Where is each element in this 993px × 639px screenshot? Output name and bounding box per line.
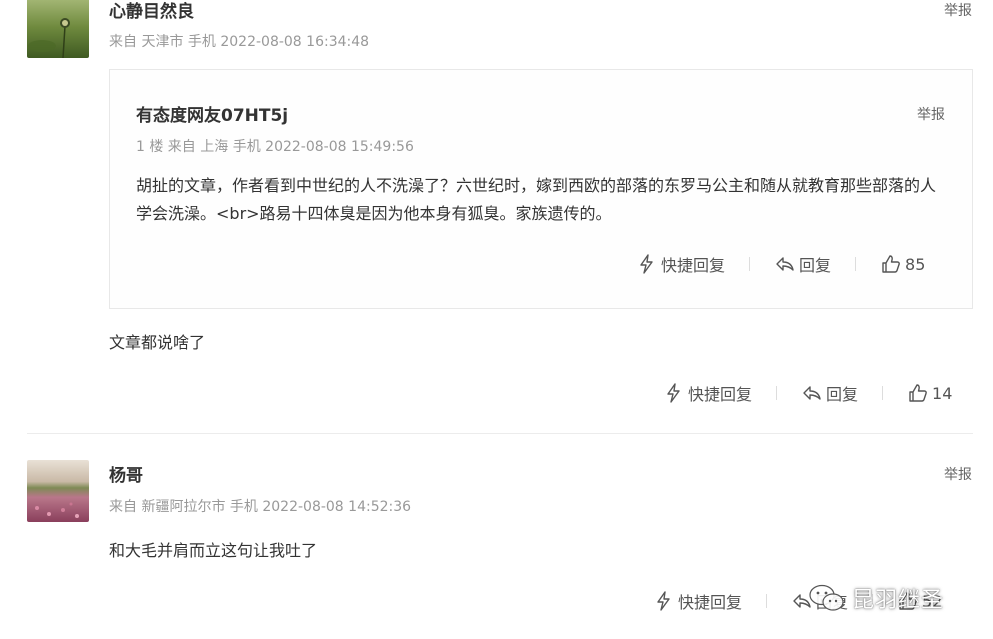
comment-meta: 来自 新疆阿拉尔市 手机 2022-08-08 14:52:36 [109, 499, 412, 515]
quick-reply-button[interactable]: 快捷回复 [663, 381, 752, 405]
action-divider [749, 257, 751, 271]
action-divider [855, 257, 857, 271]
comment-actions: 快捷回复 回复 52 [653, 589, 942, 613]
like-button[interactable]: 85 [880, 253, 925, 275]
reply-button[interactable]: 回复 [791, 589, 848, 613]
lightning-icon [636, 253, 658, 275]
reply-label: 回复 [816, 593, 849, 612]
quick-reply-label: 快捷回复 [678, 593, 743, 612]
thumbs-up-icon [880, 253, 902, 275]
like-count: 14 [932, 383, 953, 403]
quick-reply-button[interactable]: 快捷回复 [653, 589, 742, 613]
quick-reply-button[interactable]: 快捷回复 [636, 252, 725, 276]
like-count: 52 [922, 591, 943, 611]
like-button[interactable]: 52 [897, 590, 942, 612]
reply-icon [774, 253, 796, 275]
reply-button[interactable]: 回复 [801, 381, 858, 405]
thumbs-up-icon [907, 382, 929, 404]
comment-content: 和大毛并肩而立这句让我吐了 [109, 541, 318, 560]
quoted-content: 胡扯的文章，作者看到中世纪的人不洗澡了？六世纪时，嫁到西欧的部落的东罗马公主和随… [136, 176, 937, 223]
comment-meta: 来自 天津市 手机 2022-08-08 16:34:48 [109, 34, 370, 50]
reply-button[interactable]: 回复 [774, 252, 831, 276]
avatar[interactable] [27, 0, 89, 58]
avatar[interactable] [27, 460, 89, 522]
quick-reply-label: 快捷回复 [688, 385, 753, 404]
username[interactable]: 杨哥 [109, 466, 143, 486]
quoted-username[interactable]: 有态度网友07HT5j [136, 106, 288, 126]
quoted-actions: 快捷回复 回复 85 [636, 252, 925, 276]
like-button[interactable]: 14 [907, 382, 952, 404]
comment-divider [27, 433, 973, 434]
username[interactable]: 心静目然良 [109, 2, 194, 22]
action-divider [882, 386, 884, 400]
comment-content: 文章都说啥了 [109, 333, 206, 352]
comment-feed: 心静目然良 来自 天津市 手机 2022-08-08 16:34:48 举报 有… [0, 0, 993, 639]
action-divider [766, 594, 768, 608]
thumbs-up-icon [897, 590, 919, 612]
report-link[interactable]: 举报 [944, 466, 972, 484]
reply-label: 回复 [826, 385, 859, 404]
reply-label: 回复 [799, 256, 832, 275]
action-divider [776, 386, 778, 400]
quoted-meta: 1 楼 来自 上海 手机 2022-08-08 15:49:56 [136, 139, 414, 155]
report-link[interactable]: 举报 [917, 106, 945, 124]
lightning-icon [653, 590, 675, 612]
report-link[interactable]: 举报 [944, 2, 972, 20]
lightning-icon [663, 382, 685, 404]
reply-icon [791, 590, 813, 612]
comment-actions: 快捷回复 回复 14 [663, 381, 952, 405]
action-divider [872, 594, 874, 608]
reply-icon [801, 382, 823, 404]
quick-reply-label: 快捷回复 [661, 256, 726, 275]
like-count: 85 [905, 254, 926, 274]
